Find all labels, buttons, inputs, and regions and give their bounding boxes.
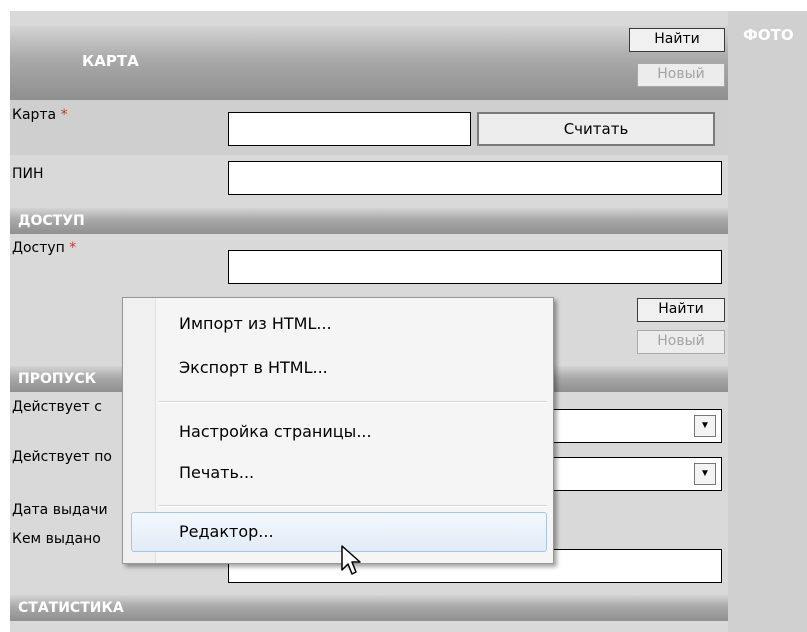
access-new-button[interactable]: Новый <box>637 330 725 354</box>
card-label-text: Карта <box>12 107 57 123</box>
valid-to-label: Действует по <box>12 449 112 465</box>
top-border <box>0 0 807 11</box>
issued-by-label: Кем выдано <box>12 531 101 547</box>
access-label: Доступ * <box>12 240 76 256</box>
menu-item-print[interactable]: Печать... <box>179 463 254 482</box>
access-section-title: ДОСТУП <box>18 213 85 229</box>
menu-item-export-html[interactable]: Экспорт в HTML... <box>179 358 328 377</box>
chevron-down-icon[interactable]: ▼ <box>694 415 716 437</box>
access-input[interactable] <box>228 250 722 284</box>
required-mark: * <box>60 107 68 123</box>
issue-date-label: Дата выдачи <box>12 502 108 518</box>
menu-item-editor[interactable]: Редактор... <box>179 522 274 541</box>
photo-panel-title: ФОТО <box>743 26 794 44</box>
read-card-button[interactable]: Считать <box>477 112 715 146</box>
required-mark: * <box>69 240 77 256</box>
photo-panel <box>728 11 807 632</box>
mouse-cursor-icon <box>341 545 361 575</box>
pass-section-title: ПРОПУСК <box>18 371 97 387</box>
access-label-text: Доступ <box>12 240 65 256</box>
left-border <box>0 0 10 632</box>
card-find-button[interactable]: Найти <box>629 28 725 52</box>
menu-separator <box>159 401 547 403</box>
context-menu: Импорт из HTML... Экспорт в HTML... Наст… <box>122 297 554 564</box>
card-label: Карта * <box>12 107 68 123</box>
chevron-down-icon[interactable]: ▼ <box>694 463 716 485</box>
menu-item-import-html[interactable]: Импорт из HTML... <box>179 314 332 333</box>
card-new-button[interactable]: Новый <box>637 63 725 87</box>
menu-item-page-setup[interactable]: Настройка страницы... <box>179 422 372 441</box>
card-section-title: КАРТА <box>82 52 139 70</box>
access-find-button[interactable]: Найти <box>637 298 725 322</box>
stats-section-header: СТАТИСТИКА <box>10 595 728 621</box>
pin-input[interactable] <box>228 161 722 195</box>
menu-separator <box>159 505 547 507</box>
card-number-input[interactable] <box>228 112 471 146</box>
pin-label: ПИН <box>12 166 44 182</box>
card-section-header: КАРТА <box>10 26 728 100</box>
stats-section-title: СТАТИСТИКА <box>18 600 124 616</box>
valid-from-label: Действует с <box>12 399 102 415</box>
access-section-header: ДОСТУП <box>10 208 728 234</box>
